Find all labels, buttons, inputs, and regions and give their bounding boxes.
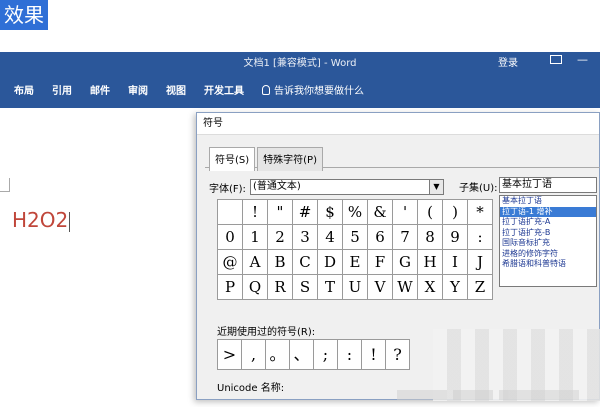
recent-symbol-cell[interactable]: : [338, 340, 362, 370]
tell-me-box[interactable]: 告诉我你想要做什么 [262, 82, 364, 97]
symbol-cell[interactable]: " [268, 200, 293, 225]
symbol-cell[interactable]: U [343, 275, 368, 300]
recent-symbol-cell[interactable]: 。 [266, 340, 290, 370]
tab-developer[interactable]: 开发工具 [204, 82, 244, 97]
symbol-cell[interactable]: 5 [343, 225, 368, 250]
tab-mailings[interactable]: 邮件 [90, 82, 110, 97]
tell-me-label: 告诉我你想要做什么 [274, 86, 364, 97]
document-text[interactable]: H2O2 [12, 208, 71, 232]
symbol-cell[interactable]: 6 [368, 225, 393, 250]
tab-review[interactable]: 审阅 [128, 82, 148, 97]
symbol-cell[interactable]: Q [243, 275, 268, 300]
symbol-cell[interactable]: X [418, 275, 443, 300]
symbol-cell[interactable]: D [318, 250, 343, 275]
document-text-value: H2O2 [12, 208, 69, 232]
dialog-title: 符号 [197, 113, 599, 135]
subset-label: 子集(U): [459, 183, 498, 194]
blurred-bottom-fields [397, 390, 597, 402]
symbol-cell[interactable]: : [468, 225, 493, 250]
margin-marker [0, 178, 10, 192]
ribbon-display-icon[interactable] [550, 55, 562, 64]
recent-symbol-cell[interactable]: , [242, 340, 266, 370]
unicode-name-label: Unicode 名称: [217, 383, 285, 394]
symbol-cell[interactable]: % [343, 200, 368, 225]
symbol-cell[interactable]: # [293, 200, 318, 225]
text-caret [69, 211, 71, 232]
tab-symbols[interactable]: 符号(S) [209, 147, 256, 171]
minimize-button[interactable]: — [577, 53, 588, 66]
chevron-down-icon[interactable]: ▼ [428, 180, 443, 194]
symbol-cell[interactable]: G [393, 250, 418, 275]
symbol-cell[interactable]: & [368, 200, 393, 225]
recent-symbol-cell[interactable]: 、 [290, 340, 314, 370]
symbol-cell[interactable] [218, 200, 243, 225]
subset-option-selected[interactable]: 拉丁语-1 增补 [500, 206, 596, 217]
recent-symbol-cell[interactable]: ; [314, 340, 338, 370]
document-page[interactable]: H2O2 [0, 108, 200, 400]
symbol-cell[interactable]: W [393, 275, 418, 300]
symbol-cell[interactable]: * [468, 200, 493, 225]
symbol-cell[interactable]: H [418, 250, 443, 275]
subset-select[interactable]: 基本拉丁语 [499, 177, 597, 193]
symbol-cell[interactable]: ' [393, 200, 418, 225]
symbol-cell[interactable]: 9 [443, 225, 468, 250]
symbol-cell[interactable]: $ [318, 200, 343, 225]
lightbulb-icon [262, 84, 270, 95]
subset-option[interactable]: 进格的修饰字符 [500, 249, 596, 260]
symbol-cell[interactable]: 7 [393, 225, 418, 250]
font-select-value: (普通文本) [252, 181, 301, 192]
symbol-cell[interactable]: 3 [293, 225, 318, 250]
signin-link[interactable]: 登录 [498, 54, 518, 69]
effect-label: 效果 [0, 0, 48, 30]
symbol-cell[interactable]: 8 [418, 225, 443, 250]
symbol-cell[interactable]: E [343, 250, 368, 275]
tab-references[interactable]: 引用 [52, 82, 72, 97]
symbol-cell[interactable]: J [468, 250, 493, 275]
symbol-cell[interactable]: C [293, 250, 318, 275]
symbol-cell[interactable]: Z [468, 275, 493, 300]
tab-view[interactable]: 视图 [166, 82, 186, 97]
symbol-cell[interactable]: S [293, 275, 318, 300]
symbol-cell[interactable]: F [368, 250, 393, 275]
subset-option[interactable]: 希腊语和科普特语 [500, 259, 596, 270]
recent-symbols-grid: >,。、;:!? [217, 339, 410, 370]
symbol-cell[interactable]: P [218, 275, 243, 300]
subset-dropdown-list: 基本拉丁语 拉丁语-1 增补 拉丁语扩充-A 拉丁语扩充-B 国际音标扩充 进格… [499, 195, 597, 287]
symbol-cell[interactable]: ( [418, 200, 443, 225]
symbol-cell[interactable]: Y [443, 275, 468, 300]
symbol-cell[interactable]: B [268, 250, 293, 275]
symbol-cell[interactable]: @ [218, 250, 243, 275]
symbol-cell[interactable]: 4 [318, 225, 343, 250]
symbol-grid: ! " # $% & '() * 0 1 2 3 4 5 6 7 8 9: @ A B C D E F G H I J P Q R S T U V W… [217, 199, 493, 300]
symbol-cell[interactable]: 2 [268, 225, 293, 250]
symbol-cell[interactable]: T [318, 275, 343, 300]
dialog-tabs: 符号(S) 特殊字符(P) [209, 147, 325, 171]
subset-option[interactable]: 基本拉丁语 [500, 196, 596, 207]
recent-symbol-cell[interactable]: ! [362, 340, 386, 370]
subset-option[interactable]: 拉丁语扩充-B [500, 228, 596, 239]
tab-special-characters[interactable]: 特殊字符(P) [257, 147, 323, 171]
word-ribbon: 文档1 [兼容模式] - Word 登录 — 布局 引用 邮件 审阅 视图 开发… [0, 52, 600, 108]
symbol-dialog: 符号 符号(S) 特殊字符(P) 字体(F): (普通文本) ▼ 子集(U): … [196, 112, 600, 402]
font-label: 字体(F): [209, 183, 246, 195]
symbol-cell[interactable]: ! [243, 200, 268, 225]
recent-symbol-cell[interactable]: > [218, 340, 242, 370]
symbol-cell[interactable]: 1 [243, 225, 268, 250]
font-select[interactable]: (普通文本) ▼ [249, 179, 444, 195]
tab-layout[interactable]: 布局 [14, 82, 34, 97]
subset-option[interactable]: 国际音标扩充 [500, 238, 596, 249]
symbol-cell[interactable]: I [443, 250, 468, 275]
symbol-cell[interactable]: 0 [218, 225, 243, 250]
symbol-cell[interactable]: V [368, 275, 393, 300]
ribbon-tabs: 布局 引用 邮件 审阅 视图 开发工具 告诉我你想要做什么 [14, 82, 364, 97]
symbol-cell[interactable]: R [268, 275, 293, 300]
symbol-cell[interactable]: A [243, 250, 268, 275]
recent-symbol-cell[interactable]: ? [386, 340, 410, 370]
subset-option[interactable]: 拉丁语扩充-A [500, 217, 596, 228]
symbol-cell[interactable]: ) [443, 200, 468, 225]
recent-symbols-label: 近期使用过的符号(R): [217, 327, 316, 338]
font-row: 字体(F): (普通文本) ▼ [209, 179, 444, 195]
